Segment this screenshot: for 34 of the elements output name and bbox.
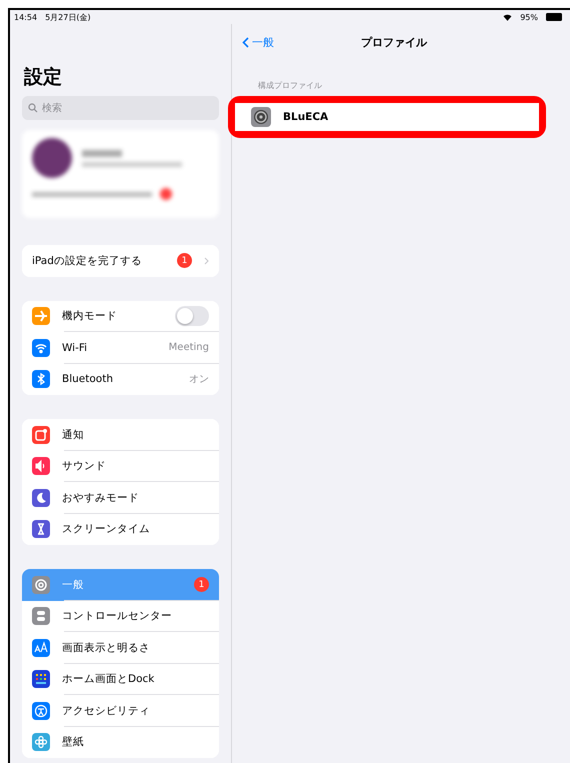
notification-badge: 1 — [194, 577, 209, 592]
search-icon — [28, 103, 38, 113]
speaker-icon — [32, 457, 50, 476]
row-value: Meeting — [168, 342, 209, 354]
hourglass-icon — [32, 520, 50, 538]
wifi-icon — [503, 14, 512, 20]
accessibility-icon — [32, 702, 50, 720]
battery-icon — [546, 13, 562, 21]
settings-row[interactable]: 一般 1 — [22, 569, 219, 600]
profile-row[interactable]: BLuECA — [235, 103, 539, 131]
app-grid-icon — [32, 670, 50, 688]
page-title: プロファイル — [361, 34, 427, 50]
gear-icon — [32, 576, 50, 594]
chevron-left-icon — [242, 36, 249, 48]
status-date: 5月27日(金) — [45, 12, 91, 22]
wifi-icon — [32, 338, 50, 357]
row-value: オン — [189, 373, 209, 386]
switches-icon — [32, 607, 50, 626]
section-header: 構成プロファイル — [258, 80, 322, 91]
bluetooth-icon — [32, 370, 50, 388]
gear-icon — [251, 107, 271, 127]
settings-title: 設定 — [24, 65, 62, 90]
notification-icon — [32, 426, 50, 444]
chevron-icon — [204, 256, 209, 265]
back-link[interactable]: 一般 — [242, 34, 274, 50]
notification-badge: 1 — [177, 253, 192, 268]
status-time: 14:54 — [14, 12, 38, 22]
flower-icon — [32, 733, 50, 752]
battery-percentage: 95% — [520, 12, 538, 22]
toggle-switch[interactable] — [175, 306, 209, 326]
search-field[interactable]: 検索 — [22, 96, 219, 120]
airplane-icon — [32, 307, 50, 326]
text-size-icon — [32, 638, 50, 657]
moon-icon — [32, 488, 50, 507]
